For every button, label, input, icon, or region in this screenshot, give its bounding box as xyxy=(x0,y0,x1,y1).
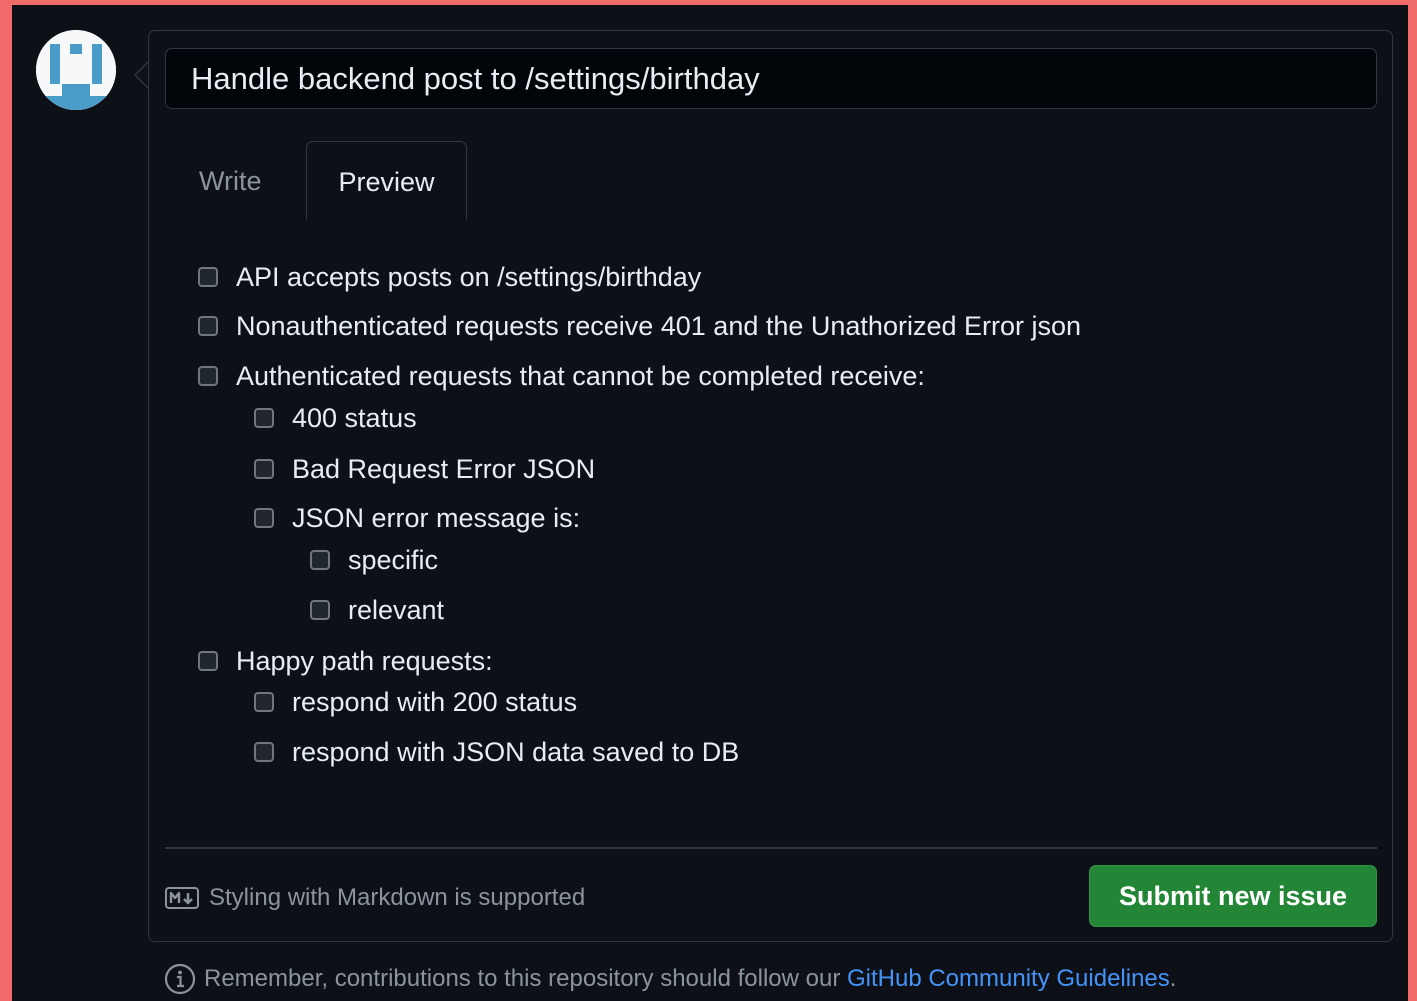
task-checkbox[interactable] xyxy=(198,651,218,671)
task-label: Nonauthenticated requests receive 401 an… xyxy=(236,310,1082,341)
task-label: Happy path requests: xyxy=(236,645,493,676)
task-checkbox[interactable] xyxy=(310,550,330,570)
task-checkbox[interactable] xyxy=(198,267,218,287)
task-label: JSON error message is: xyxy=(292,502,581,533)
community-guidelines-note: Remember, contributions to this reposito… xyxy=(164,962,1176,996)
task-checkbox[interactable] xyxy=(254,508,274,528)
task-checkbox[interactable] xyxy=(254,408,274,428)
task-checkbox[interactable] xyxy=(310,600,330,620)
task-checkbox[interactable] xyxy=(254,742,274,762)
submit-new-issue-button[interactable]: Submit new issue xyxy=(1089,865,1377,927)
tab-preview[interactable]: Preview xyxy=(306,141,467,221)
footer-divider xyxy=(165,847,1377,849)
task-item: specific xyxy=(310,540,438,580)
markdown-note-label: Styling with Markdown is supported xyxy=(209,884,586,911)
task-item: JSON error message is: xyxy=(254,498,580,538)
task-item: respond with JSON data saved to DB xyxy=(254,732,739,772)
task-checkbox[interactable] xyxy=(198,316,218,336)
task-item: 400 status xyxy=(254,398,417,438)
issue-title-input[interactable] xyxy=(165,48,1377,109)
task-item: Authenticated requests that cannot be co… xyxy=(198,356,925,396)
task-label: relevant xyxy=(348,594,445,625)
task-item: Nonauthenticated requests receive 401 an… xyxy=(198,306,1081,346)
markdown-support-note[interactable]: Styling with Markdown is supported xyxy=(165,881,585,915)
new-issue-panel: Write Preview API accepts posts on /sett… xyxy=(148,30,1393,942)
task-checkbox[interactable] xyxy=(254,692,274,712)
identicon-avatar-icon xyxy=(36,30,116,110)
task-checkbox[interactable] xyxy=(254,459,274,479)
task-item: relevant xyxy=(310,590,444,630)
task-item: Happy path requests: xyxy=(198,641,493,681)
guidelines-prefix: Remember, contributions to this reposito… xyxy=(204,965,841,992)
task-label: specific xyxy=(348,544,439,575)
task-label: respond with JSON data saved to DB xyxy=(292,736,740,767)
tab-write[interactable]: Write xyxy=(165,141,305,221)
markdown-icon xyxy=(165,887,199,909)
task-checkbox[interactable] xyxy=(198,366,218,386)
guidelines-suffix: . xyxy=(1169,965,1177,992)
task-label: respond with 200 status xyxy=(292,686,578,717)
task-label: API accepts posts on /settings/birthday xyxy=(236,261,702,292)
task-item: Bad Request Error JSON xyxy=(254,449,595,489)
task-label: 400 status xyxy=(292,402,417,433)
task-label: Authenticated requests that cannot be co… xyxy=(236,360,925,391)
task-label: Bad Request Error JSON xyxy=(292,453,596,484)
issue-form-frame: Write Preview API accepts posts on /sett… xyxy=(12,5,1408,1001)
user-avatar[interactable] xyxy=(36,30,116,110)
info-icon xyxy=(164,963,196,995)
task-item: respond with 200 status xyxy=(254,682,577,722)
community-guidelines-link[interactable]: GitHub Community Guidelines xyxy=(847,965,1170,993)
task-item: API accepts posts on /settings/birthday xyxy=(198,257,701,297)
